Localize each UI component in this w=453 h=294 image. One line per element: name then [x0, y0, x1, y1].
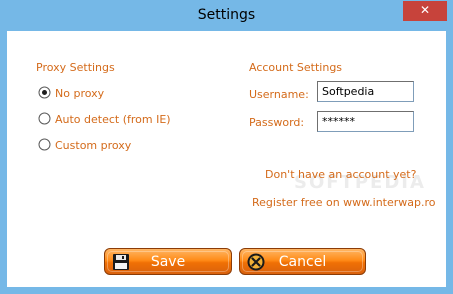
radio-label-custom-proxy[interactable]: Custom proxy	[55, 139, 131, 152]
cancel-button[interactable]: Cancel	[239, 248, 366, 275]
window-title: Settings	[197, 7, 256, 23]
close-button[interactable]: ✕	[403, 1, 447, 21]
settings-window: Settings ✕ SOFTPEDIA Proxy Settings No p…	[0, 0, 453, 294]
register-link[interactable]: Register free on www.interwap.ro	[252, 196, 436, 209]
cancel-button-label: Cancel	[278, 254, 327, 270]
save-button-label: Save	[150, 254, 186, 270]
account-settings-label: Account Settings	[249, 61, 343, 74]
proxy-settings-label: Proxy Settings	[36, 61, 115, 74]
radio-unselected-icon[interactable]	[38, 138, 51, 151]
no-account-text: Don't have an account yet?	[265, 168, 417, 181]
settings-panel: SOFTPEDIA Proxy Settings No proxy Auto d…	[7, 31, 446, 287]
save-button[interactable]: Save	[104, 248, 232, 275]
title-bar[interactable]: Settings ✕	[0, 0, 453, 31]
username-field[interactable]: Softpedia	[317, 81, 414, 102]
radio-label-auto-detect[interactable]: Auto detect (from IE)	[55, 113, 171, 126]
password-label: Password:	[249, 116, 305, 129]
radio-label-no-proxy[interactable]: No proxy	[55, 87, 104, 100]
close-icon: ✕	[419, 3, 431, 17]
radio-selected-icon[interactable]	[38, 86, 51, 99]
password-field[interactable]: ******	[317, 111, 414, 132]
radio-unselected-icon[interactable]	[38, 112, 51, 125]
username-label: Username:	[249, 88, 309, 101]
